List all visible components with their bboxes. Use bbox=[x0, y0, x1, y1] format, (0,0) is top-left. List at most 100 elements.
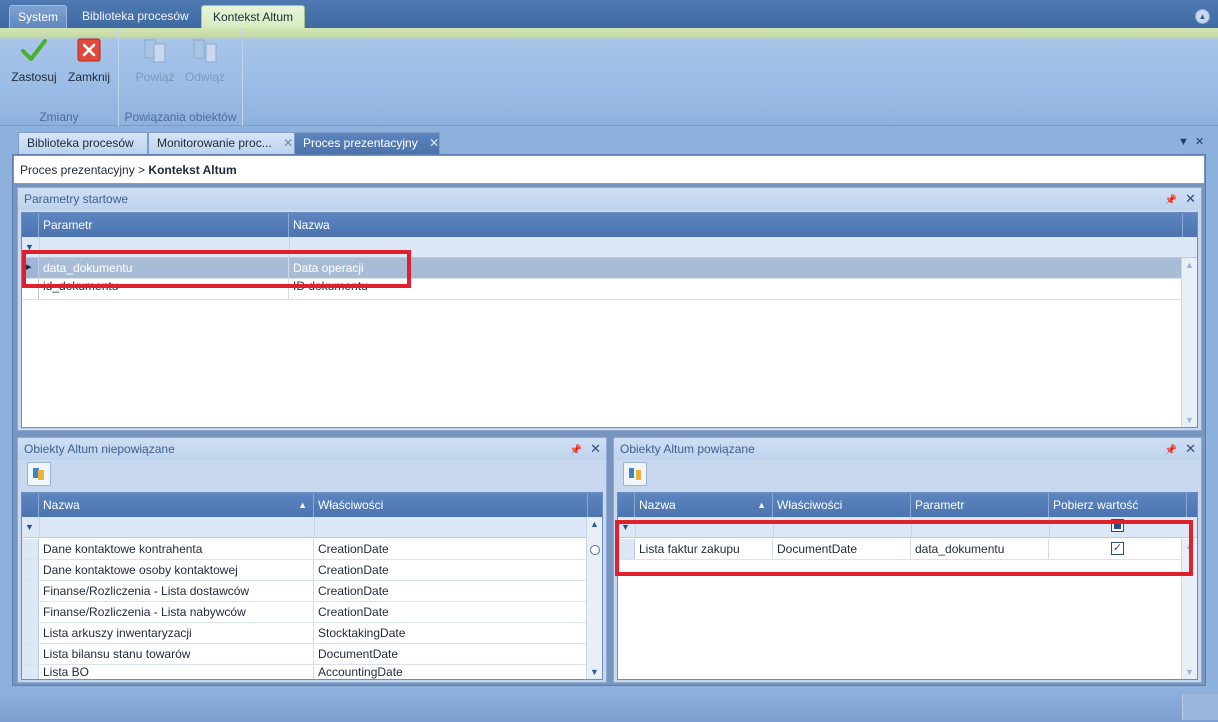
filter-icon: ▼ bbox=[25, 242, 34, 252]
column-header-nazwa[interactable]: Nazwa ▲ bbox=[39, 493, 314, 517]
scroll-up-icon[interactable]: ▲ bbox=[1185, 541, 1194, 551]
group-label-zmiany: Zmiany bbox=[39, 110, 79, 124]
row-indicator bbox=[22, 258, 39, 278]
row-indicator bbox=[618, 539, 635, 559]
vertical-scrollbar[interactable]: ▲ ▼ bbox=[1181, 539, 1197, 679]
filter-row[interactable]: ▼ bbox=[618, 517, 1197, 538]
close-button[interactable]: Zamknij bbox=[64, 34, 114, 92]
filter-row[interactable]: ▼ bbox=[22, 237, 1197, 258]
column-header-parametr[interactable]: Parametr bbox=[911, 493, 1049, 517]
filter-separator bbox=[39, 237, 40, 257]
doc-tab-monitorowanie[interactable]: Monitorowanie proc... ✕ bbox=[148, 132, 296, 154]
column-header-nazwa[interactable]: Nazwa bbox=[289, 213, 1183, 237]
doc-tab-proces-prezentacyjny[interactable]: Proces prezentacyjny ✕ bbox=[294, 132, 440, 154]
start-params-panel: Parametry startowe 📌 ✕ Parametr Nazwa ▼ d… bbox=[17, 187, 1202, 431]
scroll-thumb[interactable] bbox=[590, 545, 600, 555]
unlink-objects-icon bbox=[193, 39, 217, 63]
ribbon-collapse-icon[interactable]: ▲ bbox=[1195, 9, 1210, 24]
column-header-wlasciwosci[interactable]: Właściwości bbox=[773, 493, 911, 517]
scroll-up-icon[interactable]: ▲ bbox=[590, 519, 599, 529]
table-row[interactable]: Dane kontaktowe kontrahenta CreationDate bbox=[22, 539, 602, 560]
unlink-object-button[interactable] bbox=[623, 462, 647, 486]
table-row[interactable]: Lista arkuszy inwentaryzacji StocktakingD… bbox=[22, 623, 602, 644]
scroll-up-icon[interactable]: ▲ bbox=[1185, 260, 1194, 270]
vertical-scrollbar[interactable]: ▲ ▼ bbox=[586, 517, 602, 679]
cell-prop: StocktakingDate bbox=[314, 623, 588, 643]
ribbon-tab-strip: System Biblioteka procesów Kontekst Altu… bbox=[0, 0, 1218, 28]
link-object-button[interactable] bbox=[27, 462, 51, 486]
breadcrumb: Proces prezentacyjny > Kontekst Altum bbox=[14, 156, 1204, 184]
sort-ascending-icon: ▲ bbox=[298, 500, 307, 510]
row-indicator bbox=[22, 581, 39, 601]
scroll-down-icon[interactable]: ▼ bbox=[1185, 415, 1194, 425]
row-indicator bbox=[22, 279, 39, 299]
cell-param: data_dokumentu bbox=[911, 539, 1049, 559]
fetch-value-checkbox[interactable]: ✓ bbox=[1111, 542, 1124, 555]
table-row[interactable]: Lista BO AccountingDate bbox=[22, 665, 602, 679]
table-row[interactable]: id_dokumentu ID dokumentu bbox=[22, 279, 1197, 300]
grid-indicator-header bbox=[22, 493, 39, 517]
pin-icon[interactable]: 📌 bbox=[570, 445, 582, 456]
ribbon-tab-biblioteka[interactable]: Biblioteka procesów bbox=[72, 5, 199, 28]
scroll-down-icon[interactable]: ▼ bbox=[1185, 667, 1194, 677]
table-row[interactable]: Finanse/Rozliczenia - Lista dostawców Cre… bbox=[22, 581, 602, 602]
cell-fetch: ✓ bbox=[1049, 539, 1187, 559]
grid-indicator-header bbox=[618, 493, 635, 517]
vertical-scrollbar[interactable]: ▲ ▼ bbox=[1181, 258, 1197, 427]
filter-separator bbox=[314, 517, 315, 537]
panel-header: Parametry startowe 📌 ✕ bbox=[18, 188, 1201, 210]
filter-separator bbox=[1049, 517, 1050, 537]
panel-header: Obiekty Altum niepowiązane 📌 ✕ bbox=[18, 438, 606, 460]
doc-tab-biblioteka[interactable]: Biblioteka procesów bbox=[18, 132, 148, 154]
pin-icon[interactable]: 📌 bbox=[1165, 445, 1177, 456]
pin-icon[interactable]: 📌 bbox=[1165, 195, 1177, 206]
close-icon[interactable]: ✕ bbox=[1185, 191, 1196, 206]
filter-row[interactable]: ▼ bbox=[22, 517, 602, 538]
cell-prop: CreationDate bbox=[314, 602, 588, 622]
cell-prop: CreationDate bbox=[314, 560, 588, 580]
link-objects-icon bbox=[33, 468, 44, 480]
column-label: Nazwa bbox=[43, 498, 80, 512]
column-header-nazwa[interactable]: Nazwa ▲ bbox=[635, 493, 773, 517]
filter-separator bbox=[39, 517, 40, 537]
close-icon[interactable]: ✕ bbox=[590, 441, 601, 456]
resize-grip[interactable] bbox=[1182, 694, 1218, 720]
apply-button[interactable]: Zastosuj bbox=[9, 34, 59, 92]
table-row[interactable]: data_dokumentu Data operacji bbox=[22, 258, 1197, 279]
filter-separator bbox=[911, 517, 912, 537]
table-row[interactable]: Lista bilansu stanu towarów DocumentDate bbox=[22, 644, 602, 665]
breadcrumb-current: Kontekst Altum bbox=[148, 163, 237, 177]
column-header-pobierz-wartosc[interactable]: Pobierz wartość bbox=[1049, 493, 1187, 517]
breadcrumb-path: Proces prezentacyjny > bbox=[20, 163, 146, 177]
scroll-down-icon[interactable]: ▼ bbox=[590, 667, 599, 677]
ribbon-tab-system[interactable]: System bbox=[9, 5, 67, 28]
column-header-wlasciwosci[interactable]: Właściwości bbox=[314, 493, 588, 517]
ribbon-group-zmiany: Zastosuj Zamknij Zmiany bbox=[0, 28, 119, 126]
close-tab-icon[interactable]: ✕ bbox=[283, 136, 293, 150]
ribbon-tab-kontekst-altum[interactable]: Kontekst Altum bbox=[201, 5, 305, 28]
doc-tab-label: Proces prezentacyjny bbox=[303, 136, 418, 150]
table-row[interactable]: Dane kontaktowe osoby kontaktowej Creatio… bbox=[22, 560, 602, 581]
filter-checkbox[interactable] bbox=[1111, 519, 1124, 532]
link-objects-icon bbox=[144, 39, 166, 63]
table-row[interactable]: Finanse/Rozliczenia - Lista nabywców Crea… bbox=[22, 602, 602, 623]
unlink-button[interactable]: Odwiąż bbox=[180, 34, 230, 92]
document-tab-strip: Biblioteka procesów Monitorowanie proc..… bbox=[12, 132, 1206, 154]
red-x-icon bbox=[77, 38, 101, 62]
table-row[interactable]: Lista faktur zakupu DocumentDate data_do… bbox=[618, 539, 1197, 560]
filter-separator bbox=[289, 237, 290, 257]
close-tab-icon[interactable]: ✕ bbox=[429, 136, 439, 150]
panel-title: Parametry startowe bbox=[24, 192, 129, 206]
tabs-menu-icon[interactable]: ▼ ✕ bbox=[1178, 135, 1206, 148]
cell-prop: CreationDate bbox=[314, 581, 588, 601]
row-indicator bbox=[22, 665, 39, 679]
row-indicator bbox=[22, 602, 39, 622]
cell-param: data_dokumentu bbox=[39, 258, 289, 278]
unlinked-objects-grid: Nazwa ▲ Właściwości ▼ Dane kontaktowe kon… bbox=[21, 492, 603, 680]
link-button[interactable]: Powiąż bbox=[130, 34, 180, 92]
filter-separator bbox=[635, 517, 636, 537]
column-header-parametr[interactable]: Parametr bbox=[39, 213, 289, 237]
filter-icon: ▼ bbox=[25, 522, 34, 532]
close-icon[interactable]: ✕ bbox=[1185, 441, 1196, 456]
grid-header: Nazwa ▲ Właściwości bbox=[22, 493, 602, 517]
